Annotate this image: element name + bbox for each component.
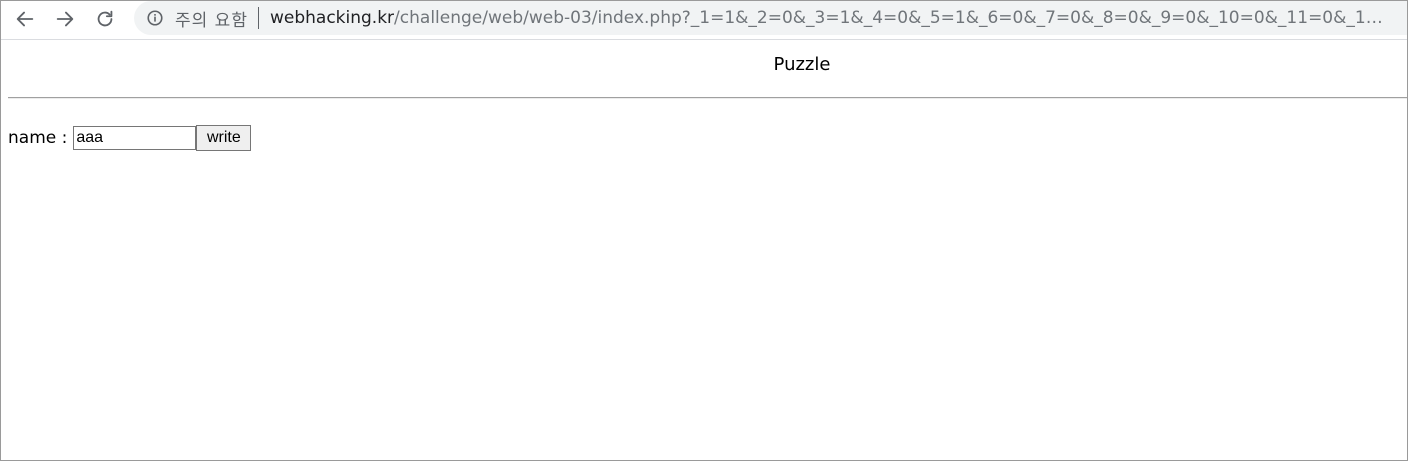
address-separator (257, 7, 259, 29)
page-content: Puzzle name : write (1, 40, 1407, 460)
reload-button[interactable] (90, 4, 120, 34)
address-bar[interactable]: 주의 요함 webhacking.kr/challenge/web/web-03… (134, 1, 1407, 35)
url-text[interactable]: webhacking.kr/challenge/web/web-03/index… (270, 8, 1390, 28)
info-icon[interactable] (146, 9, 164, 27)
browser-window: 주의 요함 webhacking.kr/challenge/web/web-03… (0, 0, 1408, 461)
reload-icon (97, 10, 113, 27)
name-form: name : write (8, 124, 252, 152)
security-status-label[interactable]: 주의 요함 (175, 6, 248, 31)
browser-toolbar: 주의 요함 webhacking.kr/challenge/web/web-03… (1, 1, 1407, 40)
name-input[interactable] (73, 126, 197, 150)
url-path: /challenge/web/web-03/index.php?_1=1&_2=… (394, 8, 1390, 28)
back-button[interactable] (10, 4, 40, 34)
forward-button[interactable] (50, 4, 80, 34)
url-host: webhacking.kr (269, 8, 395, 28)
horizontal-rule (8, 97, 1407, 99)
arrow-left-icon (16, 11, 34, 27)
write-button[interactable]: write (196, 125, 252, 151)
name-label: name : (8, 128, 68, 148)
arrow-right-icon (56, 11, 74, 27)
page-title: Puzzle (773, 54, 831, 75)
